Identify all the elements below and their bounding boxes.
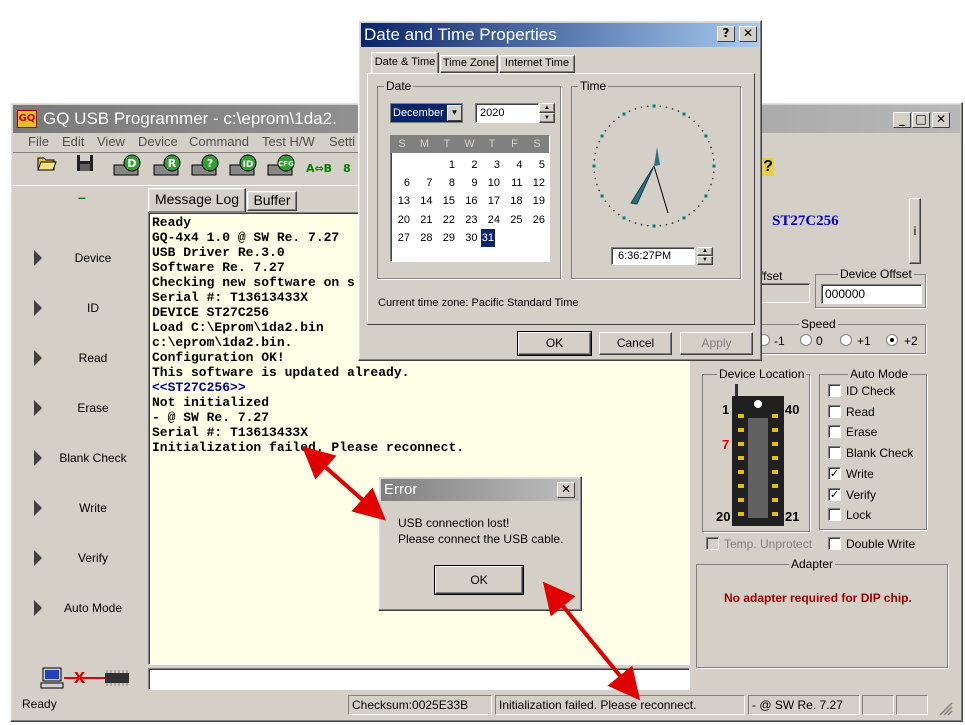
red-arrow-error-to-status [542,581,641,701]
annotation-arrows [302,446,641,701]
red-arrow-log-to-error [302,446,386,521]
